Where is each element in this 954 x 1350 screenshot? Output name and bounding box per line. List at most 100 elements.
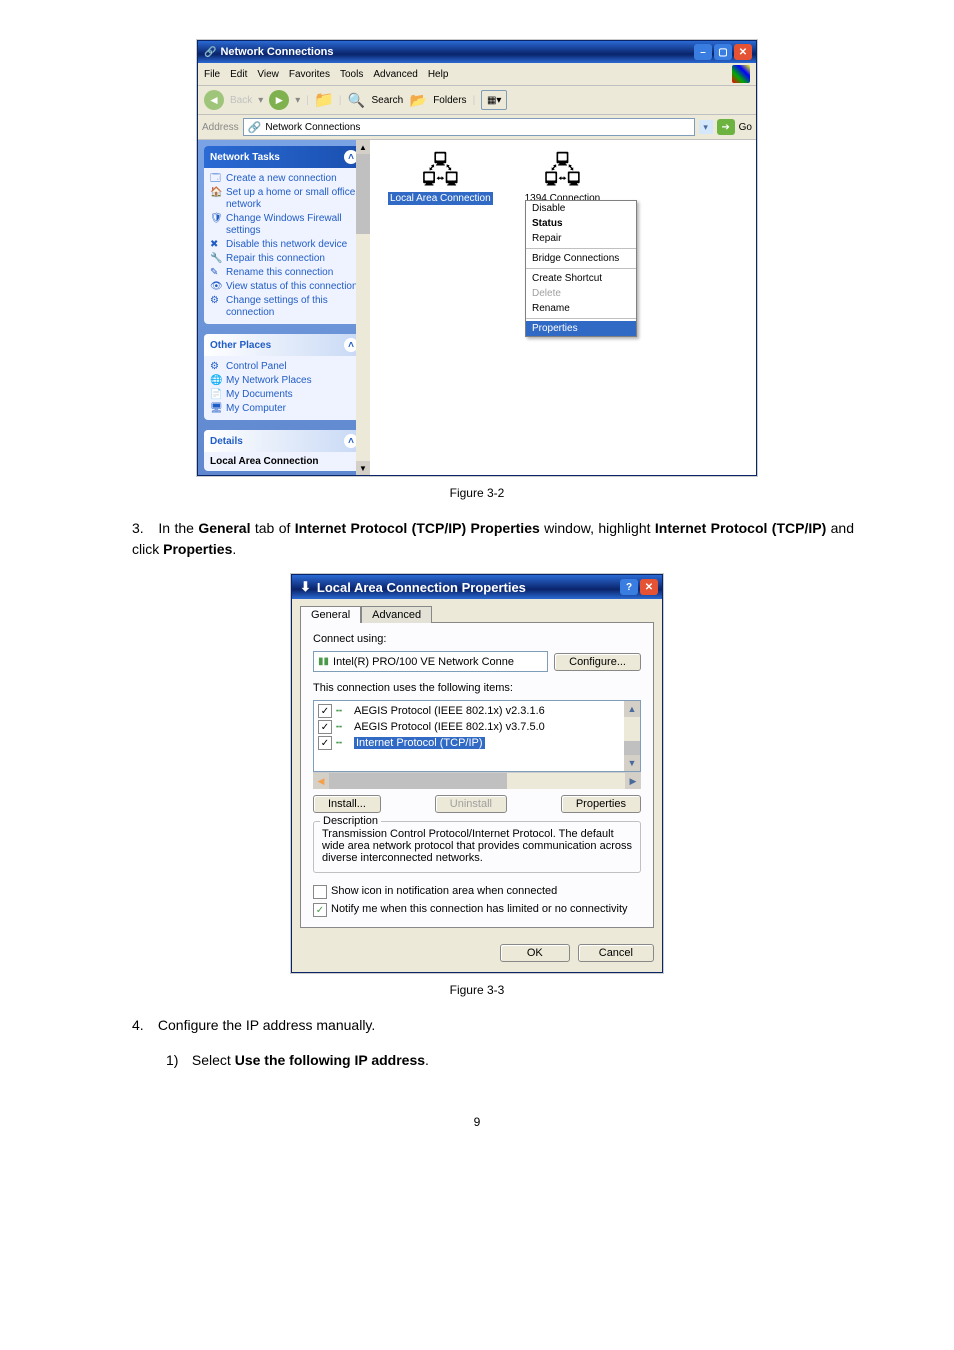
- back-button[interactable]: ◄: [204, 90, 224, 110]
- task-disable-device[interactable]: ✖Disable this network device: [210, 238, 358, 252]
- tab-advanced[interactable]: Advanced: [361, 606, 432, 623]
- help-button[interactable]: ?: [620, 579, 638, 595]
- scroll-left-icon[interactable]: ◀: [313, 773, 329, 789]
- checkbox-icon[interactable]: ✓: [318, 704, 332, 718]
- menu-edit[interactable]: Edit: [230, 69, 247, 80]
- menu-tools[interactable]: Tools: [340, 69, 363, 80]
- 1394-connection-item[interactable]: 🖧 1394 Connection: [523, 154, 603, 205]
- cm-shortcut[interactable]: Create Shortcut: [526, 271, 636, 286]
- scroll-down-icon[interactable]: ▼: [356, 461, 370, 475]
- cm-status[interactable]: Status: [526, 216, 636, 231]
- scroll-up-icon[interactable]: ▲: [356, 140, 370, 154]
- configure-button[interactable]: Configure...: [554, 653, 641, 671]
- cm-properties[interactable]: Properties: [526, 321, 636, 336]
- up-folder-icon[interactable]: 📁: [315, 91, 333, 109]
- cm-rename[interactable]: Rename: [526, 301, 636, 316]
- notify-checkbox[interactable]: ✓ Notify me when this connection has lim…: [313, 903, 641, 917]
- address-dropdown-icon[interactable]: ▾: [699, 120, 713, 134]
- toolbar: ◄ Back ▾ ► ▾ | 📁 | 🔍 Search 📂 Folders | …: [198, 86, 756, 115]
- nic-value: Intel(R) PRO/100 VE Network Conne: [333, 656, 514, 668]
- scroll-thumb[interactable]: [329, 773, 507, 789]
- go-label: Go: [739, 122, 752, 133]
- menu-help[interactable]: Help: [428, 69, 449, 80]
- cm-disable[interactable]: Disable: [526, 201, 636, 216]
- list-item-tcpip[interactable]: ✓ ╍ Internet Protocol (TCP/IP): [318, 735, 636, 751]
- items-list[interactable]: ✓ ╍ AEGIS Protocol (IEEE 802.1x) v2.3.1.…: [313, 700, 641, 772]
- step-4-1-text: 1) Select Use the following IP address.: [100, 1050, 854, 1071]
- checkbox-icon[interactable]: ✓: [313, 903, 327, 917]
- cm-delete: Delete: [526, 286, 636, 301]
- page-number: 9: [100, 1085, 854, 1129]
- ok-button[interactable]: OK: [500, 944, 570, 962]
- folders-icon[interactable]: 📂: [409, 91, 427, 109]
- checkbox-icon[interactable]: ✓: [318, 720, 332, 734]
- menu-favorites[interactable]: Favorites: [289, 69, 330, 80]
- minimize-button[interactable]: –: [694, 44, 712, 60]
- lan-icon: 🖧: [421, 154, 459, 188]
- address-bar: Address 🔗 Network Connections ▾ ➔ Go: [198, 115, 756, 140]
- search-icon[interactable]: 🔍: [348, 91, 366, 109]
- show-icon-checkbox[interactable]: Show icon in notification area when conn…: [313, 885, 641, 899]
- figure-caption: Figure 3-3: [100, 983, 854, 997]
- local-area-connection-item[interactable]: 🖧 Local Area Connection: [388, 154, 493, 205]
- checkbox-icon[interactable]: [313, 885, 327, 899]
- views-icon[interactable]: ▦▾: [481, 90, 507, 110]
- search-label[interactable]: Search: [372, 95, 404, 106]
- list-item[interactable]: ✓ ╍ AEGIS Protocol (IEEE 802.1x) v3.7.5.…: [318, 719, 636, 735]
- details-title: Local Area Connection: [204, 452, 364, 471]
- folders-label[interactable]: Folders: [433, 95, 466, 106]
- task-setup-network[interactable]: 🏠Set up a home or small office network: [210, 186, 358, 212]
- other-places-header[interactable]: Other Places ˄: [204, 334, 364, 356]
- address-input[interactable]: 🔗 Network Connections: [243, 118, 695, 136]
- list-scrollbar[interactable]: ▲ ▼: [624, 701, 640, 771]
- task-view-status[interactable]: 👁View status of this connection: [210, 280, 358, 294]
- scrollbar[interactable]: ▲ ▼: [356, 140, 370, 475]
- place-my-documents[interactable]: 📄My Documents: [210, 388, 358, 402]
- place-my-computer[interactable]: 🖥My Computer: [210, 402, 358, 416]
- other-places-section: Other Places ˄ ⚙Control Panel 🌐My Networ…: [204, 334, 364, 420]
- cancel-button[interactable]: Cancel: [578, 944, 654, 962]
- go-button[interactable]: ➔: [717, 119, 735, 135]
- description-label: Description: [320, 815, 381, 827]
- scroll-thumb[interactable]: [624, 741, 640, 755]
- task-create-connection[interactable]: 🗔Create a new connection: [210, 172, 358, 186]
- menu-file[interactable]: File: [204, 69, 220, 80]
- connection-icon: ⬇: [300, 579, 311, 595]
- protocol-icon: ╍: [336, 738, 350, 749]
- task-firewall[interactable]: 🛡Change Windows Firewall settings: [210, 212, 358, 238]
- task-repair[interactable]: 🔧Repair this connection: [210, 252, 358, 266]
- scroll-up-icon[interactable]: ▲: [624, 701, 640, 717]
- uninstall-button: Uninstall: [435, 795, 507, 813]
- details-header[interactable]: Details ˄: [204, 430, 364, 452]
- lac-properties-window: ⬇ Local Area Connection Properties ? ✕ G…: [291, 574, 663, 973]
- network-tasks-header[interactable]: Network Tasks ˄: [204, 146, 364, 168]
- close-button[interactable]: ✕: [640, 579, 658, 595]
- address-value: Network Connections: [265, 122, 360, 133]
- details-section: Details ˄ Local Area Connection: [204, 430, 364, 471]
- properties-button[interactable]: Properties: [561, 795, 641, 813]
- list-hscrollbar[interactable]: ◀ ▶: [313, 772, 641, 789]
- menu-advanced[interactable]: Advanced: [373, 69, 417, 80]
- cm-repair[interactable]: Repair: [526, 231, 636, 246]
- close-button[interactable]: ✕: [734, 44, 752, 60]
- menu-view[interactable]: View: [257, 69, 279, 80]
- menu-bar: File Edit View Favorites Tools Advanced …: [198, 63, 756, 86]
- place-network-places[interactable]: 🌐My Network Places: [210, 374, 358, 388]
- install-button[interactable]: Install...: [313, 795, 381, 813]
- figure-caption: Figure 3-2: [100, 486, 854, 500]
- place-control-panel[interactable]: ⚙Control Panel: [210, 360, 358, 374]
- task-rename[interactable]: ✎Rename this connection: [210, 266, 358, 280]
- scroll-right-icon[interactable]: ▶: [625, 773, 641, 789]
- window-title: Local Area Connection Properties: [317, 580, 526, 595]
- maximize-button[interactable]: ▢: [714, 44, 732, 60]
- cm-bridge[interactable]: Bridge Connections: [526, 251, 636, 266]
- task-change-settings[interactable]: ⚙Change settings of this connection: [210, 294, 358, 320]
- scroll-thumb[interactable]: [356, 154, 370, 234]
- step-3-text: 3. In the General tab of Internet Protoc…: [100, 518, 854, 560]
- forward-button[interactable]: ►: [269, 90, 289, 110]
- tab-general[interactable]: General: [300, 606, 361, 623]
- checkbox-icon[interactable]: ✓: [318, 736, 332, 750]
- list-item[interactable]: ✓ ╍ AEGIS Protocol (IEEE 802.1x) v2.3.1.…: [318, 703, 636, 719]
- connect-using-label: Connect using:: [313, 633, 641, 645]
- scroll-down-icon[interactable]: ▼: [624, 755, 640, 771]
